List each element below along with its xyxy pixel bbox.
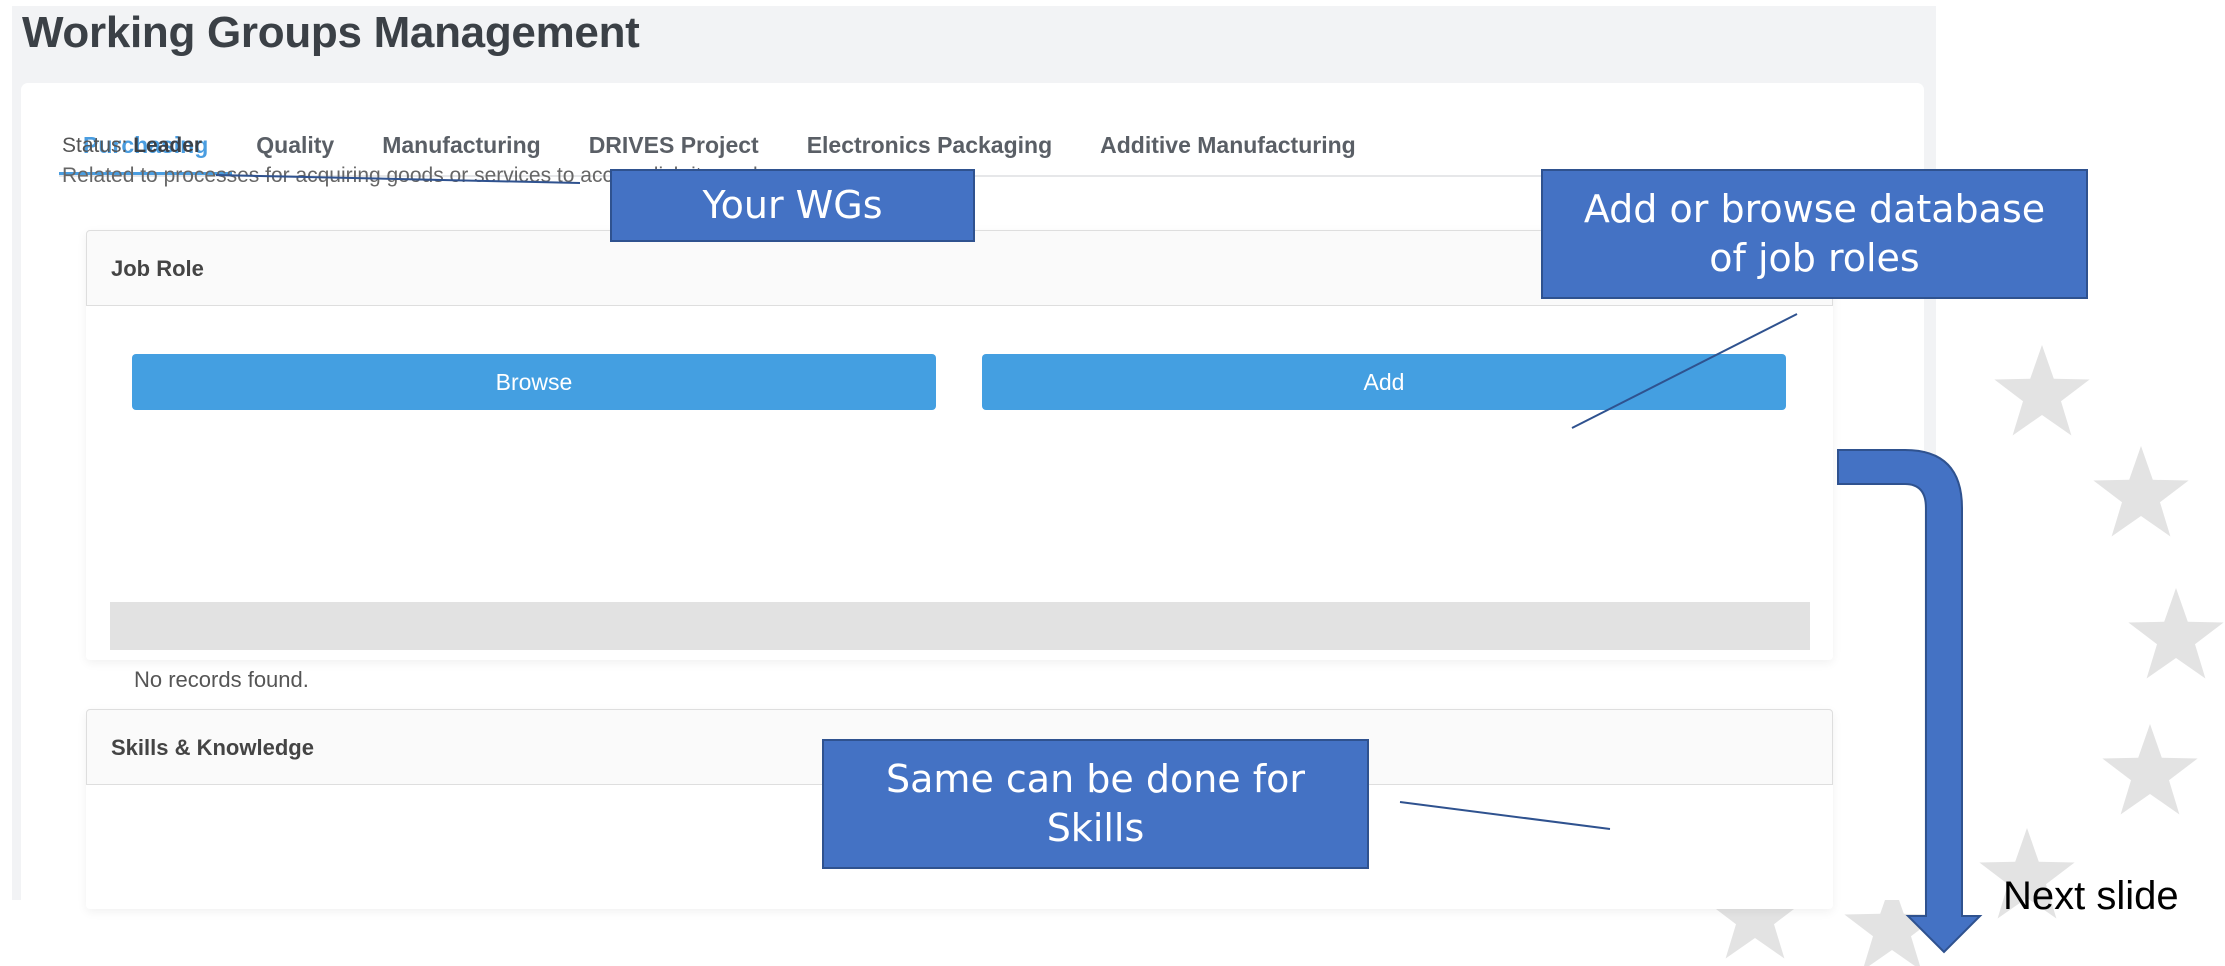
- skills-line2: Skills: [1046, 806, 1145, 850]
- skills-leader-line: [1399, 801, 1611, 830]
- skills-callout: Same can be done for Skills: [822, 739, 1369, 869]
- add-browse-line2: of job roles: [1709, 236, 1920, 280]
- down-arrow-icon: [1837, 449, 1983, 954]
- skills-line1: Same can be done for: [886, 756, 1305, 801]
- add-leader-line: [1571, 313, 1798, 429]
- your-wgs-text: Your WGs: [702, 182, 883, 227]
- your-wgs-callout: Your WGs: [610, 169, 975, 242]
- add-browse-callout: Add or browse database of job roles: [1541, 169, 2088, 299]
- wgs-leader-line: [215, 174, 581, 184]
- add-browse-line1: Add or browse database: [1583, 186, 2046, 231]
- next-slide-label: Next slide: [2003, 874, 2179, 918]
